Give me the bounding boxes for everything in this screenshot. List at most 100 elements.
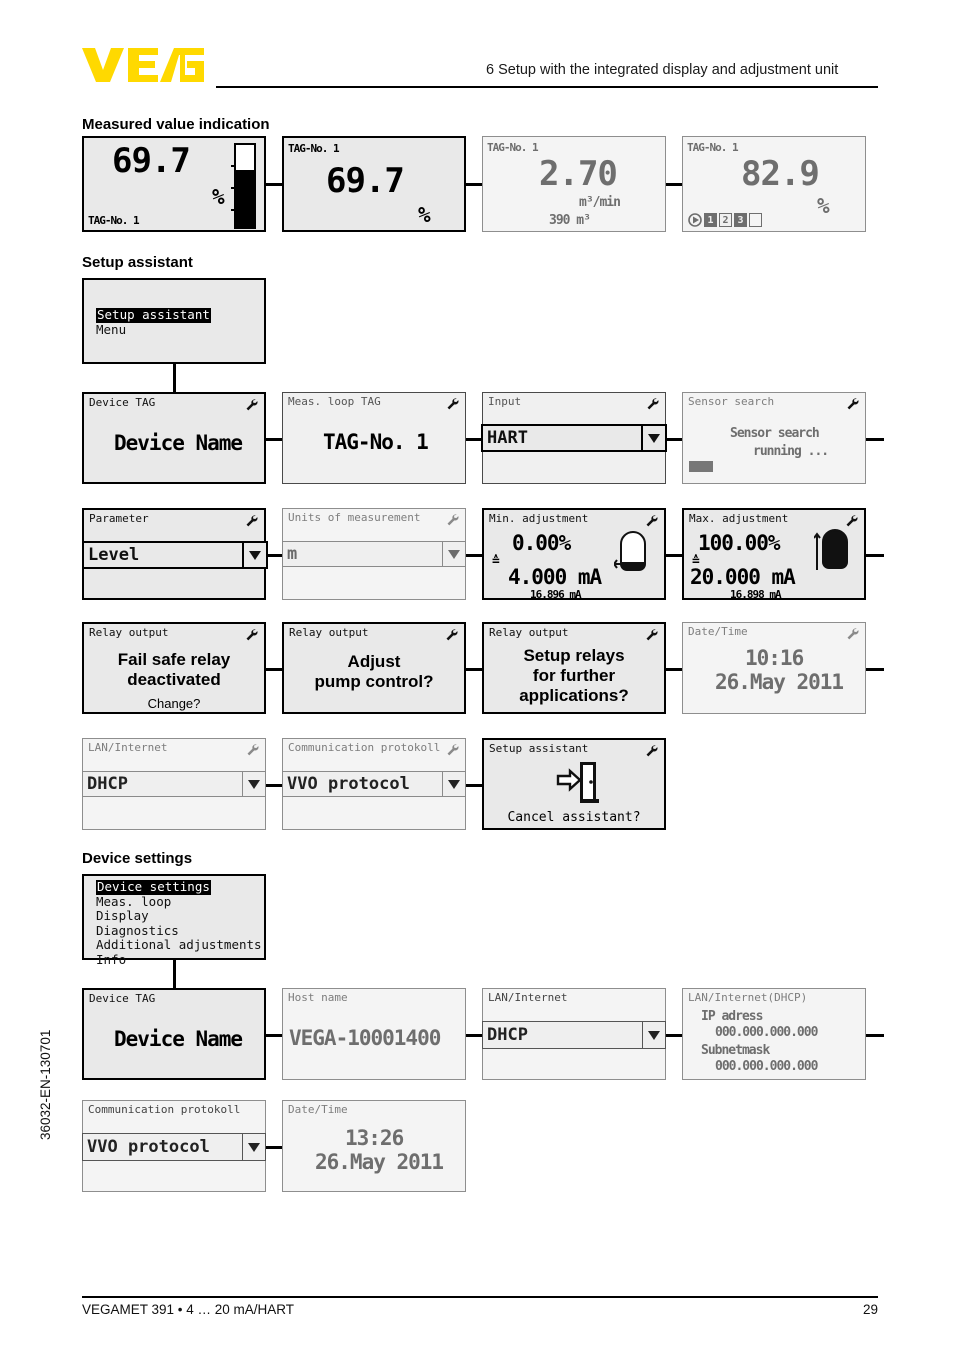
host-name-value: VEGA-10001400 xyxy=(289,1026,441,1050)
wrench-icon xyxy=(244,628,258,642)
lcd-title: LAN/Internet xyxy=(88,741,168,754)
lcd-cancel-assistant: Setup assistant Cancel assistant? xyxy=(482,738,666,830)
assistant-date: 26.May 2011 xyxy=(715,670,844,694)
footer-rule xyxy=(82,1296,878,1298)
connector xyxy=(266,784,282,787)
wrench-icon xyxy=(845,627,859,641)
settings-lan-dropdown[interactable]: DHCP xyxy=(482,1021,666,1049)
settings-protocol-dropdown[interactable]: VVO protocol xyxy=(82,1133,266,1161)
menu-item-diagnostics[interactable]: Diagnostics xyxy=(96,923,262,939)
measured-tag-4: TAG-No. 1 xyxy=(687,141,739,154)
chevron-down-icon[interactable] xyxy=(242,772,265,796)
lcd-min-adjustment: Min. adjustment 0.00% ≙ 4.000 mA 16.896 … xyxy=(482,508,666,601)
lcd-title: Meas. loop TAG xyxy=(288,395,381,408)
min-adjust-actual: 16.896 mA xyxy=(530,588,582,601)
menu-item-info[interactable]: Info xyxy=(96,952,262,968)
connector xyxy=(666,1034,682,1037)
measured-tag-3: TAG-No. 1 xyxy=(487,141,539,154)
relay-status-row: 1 2 3 xyxy=(688,213,762,227)
wrench-icon xyxy=(644,628,658,642)
chevron-down-icon[interactable] xyxy=(641,426,665,450)
menu-item-meas-loop[interactable]: Meas. loop xyxy=(96,894,262,910)
lcd-title: Min. adjustment xyxy=(489,512,589,525)
wrench-icon xyxy=(245,743,259,757)
measured-value-2: 69.7 xyxy=(326,161,405,201)
lcd-sensor-search: Sensor search Sensor search running ... xyxy=(682,392,866,484)
exit-door-icon xyxy=(554,762,602,809)
lcd-meas-loop-tag: Meas. loop TAG TAG-No. 1 xyxy=(282,392,466,484)
connector xyxy=(266,1146,282,1149)
assistant-time: 10:16 xyxy=(745,646,804,670)
lcd-title: Relay output xyxy=(89,626,169,639)
parameter-dropdown[interactable]: Level xyxy=(82,541,268,569)
relay-indicator-2: 2 xyxy=(719,213,732,227)
measured-value-4: 82.9 xyxy=(741,154,820,194)
manual-page: 6 Setup with the integrated display and … xyxy=(0,0,954,1354)
relay-further-line2: for further xyxy=(532,666,616,685)
lcd-device-tag: Device TAG Device Name xyxy=(82,392,266,484)
connector xyxy=(666,183,682,186)
min-adjust-current: 4.000 mA xyxy=(508,565,602,589)
measured-tag-2: TAG-No. 1 xyxy=(288,142,340,155)
lcd-title: Input xyxy=(488,395,522,408)
bargraph-1 xyxy=(231,143,256,229)
chevron-down-icon[interactable] xyxy=(442,772,465,796)
header-rule xyxy=(216,86,878,88)
connector xyxy=(466,438,482,441)
wrench-icon xyxy=(445,743,459,757)
connector xyxy=(173,364,176,392)
measured-value-1: 69.7 xyxy=(112,141,191,181)
measured-unit-3: m³/min xyxy=(579,195,621,210)
measured-tag-1: TAG-No. 1 xyxy=(88,214,140,227)
lcd-relay-failsafe: Relay output Fail safe relay deactivated… xyxy=(82,622,266,714)
lcd-title: LAN/Internet(DHCP) xyxy=(688,991,808,1004)
lcd-measured-2: TAG-No. 1 69.7 % xyxy=(282,136,466,232)
lcd-parameter: Parameter Level xyxy=(82,508,268,600)
connector xyxy=(666,438,682,441)
connector xyxy=(266,554,282,557)
vega-logo xyxy=(82,48,207,82)
input-dropdown[interactable]: HART xyxy=(481,424,667,452)
device-tag-value: Device Name xyxy=(114,431,243,455)
chevron-down-icon[interactable] xyxy=(242,1134,265,1160)
lan-dropdown-value: DHCP xyxy=(87,774,128,794)
chevron-down-icon[interactable] xyxy=(642,1022,665,1048)
wrench-icon xyxy=(445,513,459,527)
section-measured-value: Measured value indication xyxy=(82,116,270,133)
section-setup-assistant: Setup assistant xyxy=(82,254,193,271)
menu-item-additional-adjustments[interactable]: Additional adjustments xyxy=(96,937,262,953)
connector xyxy=(866,668,884,671)
lcd-assistant-menu: Setup assistant Menu xyxy=(82,278,266,364)
lan-dropdown[interactable]: DHCP xyxy=(82,771,266,797)
lcd-relay-further: Relay output Setup relays for further ap… xyxy=(482,622,666,714)
document-code: 36032-EN-130701 xyxy=(38,1029,53,1140)
connector xyxy=(466,183,482,186)
input-dropdown-value: HART xyxy=(487,428,528,448)
wrench-icon xyxy=(445,397,459,411)
menu-item-display[interactable]: Display xyxy=(96,908,262,924)
menu-item-device-settings[interactable]: Device settings xyxy=(96,879,211,895)
menu-item-menu[interactable]: Menu xyxy=(96,322,211,338)
lcd-title: Relay output xyxy=(489,626,569,639)
chapter-title: 6 Setup with the integrated display and … xyxy=(486,62,839,78)
max-adjust-current: 20.000 mA xyxy=(690,565,796,589)
lcd-title: Sensor search xyxy=(688,395,775,408)
chevron-down-icon[interactable] xyxy=(242,543,266,567)
chevron-down-icon[interactable] xyxy=(442,542,465,566)
lcd-settings-date-time: Date/Time 13:26 26.May 2011 xyxy=(282,1100,466,1192)
lcd-lan-dhcp: LAN/Internet(DHCP) IP adress 000.000.000… xyxy=(682,988,866,1080)
lcd-title: Parameter xyxy=(89,512,149,525)
cancel-assistant-prompt: Cancel assistant? xyxy=(507,810,641,825)
protocol-dropdown-value: VVO protocol xyxy=(287,774,410,794)
lcd-measured-3: TAG-No. 1 2.70 m³/min 390 m³ xyxy=(482,136,666,232)
lcd-title: Date/Time xyxy=(688,625,748,638)
menu-item-setup-assistant[interactable]: Setup assistant xyxy=(96,307,211,323)
lcd-settings-device-tag: Device TAG Device Name xyxy=(82,988,266,1080)
page-number: 29 xyxy=(862,1302,878,1317)
connector xyxy=(266,438,282,441)
connector xyxy=(266,668,282,671)
lcd-protocol-assistant: Communication protokoll VVO protocol xyxy=(282,738,466,830)
units-dropdown[interactable]: m xyxy=(282,541,466,567)
protocol-dropdown[interactable]: VVO protocol xyxy=(282,771,466,797)
settings-date: 26.May 2011 xyxy=(315,1150,444,1174)
